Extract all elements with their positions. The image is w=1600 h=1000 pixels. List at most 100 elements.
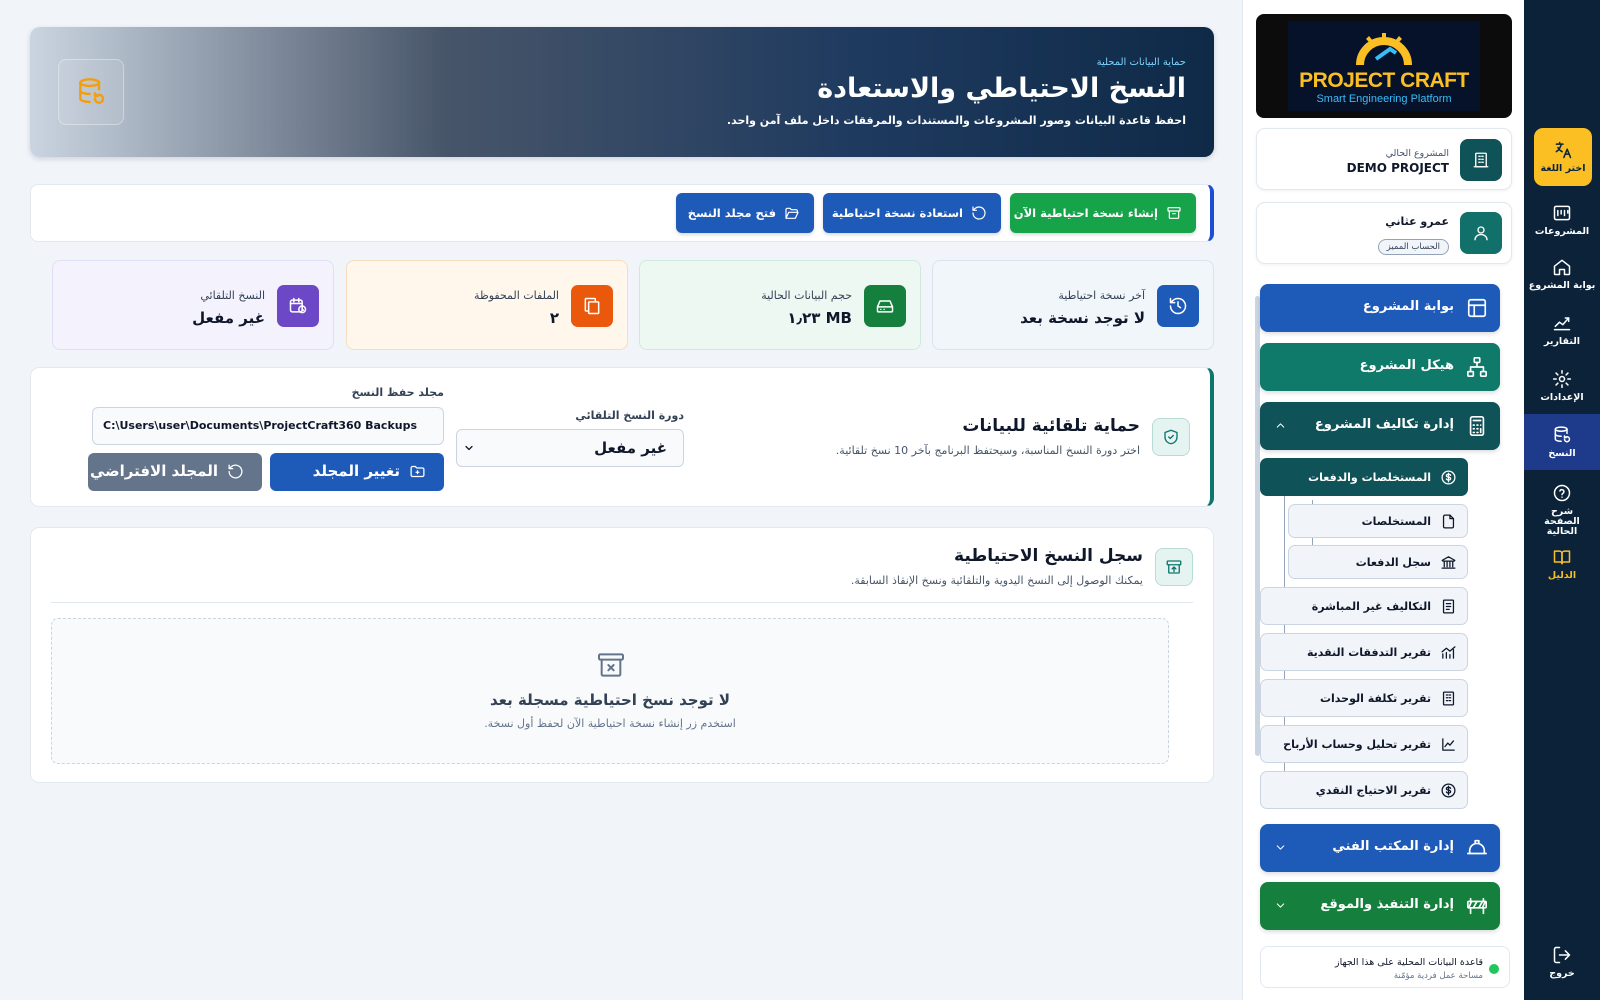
- gear-icon: [1552, 369, 1572, 389]
- empty-state-hint: استخدم زر إنشاء نسخة احتياطية الآن لحفظ …: [484, 717, 736, 730]
- hierarchy-icon: [1466, 356, 1488, 378]
- subnav-unit-cost-report[interactable]: تقرير تكلفة الوحدات: [1260, 679, 1468, 717]
- receipt-icon: [1440, 598, 1457, 615]
- icon-rail: اختر اللغة المشروعات بوابة المشروع التقا…: [1524, 0, 1600, 1000]
- change-folder-button[interactable]: تغيير المجلد: [270, 453, 444, 491]
- hard-drive-icon: [864, 285, 906, 327]
- nav-project-structure[interactable]: هيكل المشروع: [1260, 343, 1500, 391]
- cycle-label: دورة النسخ التلقائي: [575, 409, 684, 422]
- projects-icon: [1552, 203, 1572, 223]
- dollar-icon: [1440, 469, 1457, 486]
- auto-backup-description: اختر دورة النسخ المناسبة، وسيحتفظ البرنا…: [835, 444, 1140, 457]
- calculator-icon: [1466, 415, 1488, 437]
- open-backup-folder-button[interactable]: فتح مجلد النسخ: [676, 193, 814, 233]
- stat-auto-backup: النسخ التلقائي غير مفعل: [52, 260, 334, 350]
- translate-icon: [1553, 140, 1573, 160]
- default-folder-button[interactable]: المجلد الافتراضي: [88, 453, 262, 491]
- folder-label: مجلد حفظ النسخ: [351, 386, 444, 399]
- stat-saved-files: الملفات المحفوظة ٢: [346, 260, 628, 350]
- backup-folder-field[interactable]: C:\Users\user\Documents\ProjectCraft360 …: [92, 407, 444, 445]
- auto-backup-title: حماية تلقائية للبيانات: [962, 416, 1140, 436]
- backup-icon: [1552, 425, 1572, 445]
- archive-upload-icon: [1155, 548, 1193, 586]
- sidebar: PROJECT CRAFT Smart Engineering Platform…: [1242, 0, 1524, 1000]
- shield-check-icon: [1152, 418, 1190, 456]
- nav-cost-management[interactable]: إدارة تكاليف المشروع: [1260, 402, 1500, 450]
- layout-icon: [1466, 297, 1488, 319]
- line-chart-icon: [1440, 736, 1457, 753]
- bank-icon: [1440, 554, 1457, 571]
- page-subtitle: احفظ قاعدة البيانات وصور المشروعات والمس…: [726, 114, 1186, 127]
- subnav-cash-need-report[interactable]: تقرير الاحتياج النقدي: [1260, 771, 1468, 809]
- stat-last-backup: آخر نسخة احتياطية لا توجد نسخة بعد: [932, 260, 1214, 350]
- rail-logout[interactable]: خروج: [1524, 934, 1600, 990]
- backup-cycle-select[interactable]: غير مفعل: [456, 429, 684, 467]
- rail-backup[interactable]: النسخ: [1524, 414, 1600, 470]
- history-icon: [1157, 285, 1199, 327]
- status-dot: [1489, 964, 1499, 974]
- nav-technical-office[interactable]: إدارة المكتب الفني: [1260, 824, 1500, 872]
- building-icon: [1440, 690, 1457, 707]
- files-icon: [571, 285, 613, 327]
- folder-icon: [410, 465, 425, 478]
- nav-project-portal[interactable]: بوابة المشروع: [1260, 284, 1500, 332]
- logout-icon: [1552, 945, 1572, 965]
- document-icon: [1440, 513, 1457, 530]
- folder-open-icon: [785, 207, 799, 219]
- brand-logo: PROJECT CRAFT Smart Engineering Platform: [1256, 14, 1512, 118]
- history-description: يمكنك الوصول إلى النسخ اليدوية والتلقائي…: [850, 574, 1143, 587]
- subnav-payment-log[interactable]: سجل الدفعات: [1288, 545, 1468, 579]
- help-icon: [1552, 483, 1572, 503]
- history-title: سجل النسخ الاحتياطية: [954, 546, 1143, 566]
- archive-icon: [1167, 207, 1181, 219]
- dollar-icon: [1440, 782, 1457, 799]
- rail-reports[interactable]: التقارير: [1524, 302, 1600, 358]
- subnav-cashflow-report[interactable]: تقرير التدفقات النقدية: [1260, 633, 1468, 671]
- reset-icon: [228, 464, 243, 479]
- rail-guide[interactable]: الدليل: [1524, 536, 1600, 592]
- rail-project-portal[interactable]: بوابة المشروع: [1524, 246, 1600, 302]
- page-header: حماية البيانات المحلية النسخ الاحتياطي و…: [30, 27, 1214, 157]
- chevron-down-icon: [463, 442, 475, 454]
- reports-icon: [1552, 313, 1572, 333]
- chevron-down-icon: [1274, 841, 1287, 854]
- user-card[interactable]: عمرو عثاني الحساب المميز: [1256, 202, 1512, 264]
- auto-backup-panel: حماية تلقائية للبيانات اختر دورة النسخ ا…: [30, 367, 1214, 507]
- page-title: النسخ الاحتياطي والاستعادة: [817, 73, 1186, 104]
- restore-icon: [972, 206, 986, 220]
- stat-data-size: حجم البيانات الحالية MB ١٫٢٣: [639, 260, 921, 350]
- user-icon: [1460, 212, 1502, 254]
- nav-execution-site[interactable]: إدارة التنفيذ والموقع: [1260, 882, 1500, 930]
- page-kicker: حماية البيانات المحلية: [1096, 57, 1186, 68]
- subnav-payments[interactable]: المستخلصات والدفعات: [1260, 458, 1468, 496]
- gear-logo-icon: [1356, 33, 1412, 66]
- subnav-extracts[interactable]: المستخلصات: [1288, 504, 1468, 538]
- home-icon: [1552, 257, 1572, 277]
- rail-language-button[interactable]: اختر اللغة: [1534, 128, 1592, 186]
- empty-state: لا توجد نسخ احتياطية مسجلة بعد استخدم زر…: [51, 618, 1169, 764]
- rail-projects[interactable]: المشروعات: [1524, 192, 1600, 248]
- chevron-down-icon: [1274, 899, 1287, 912]
- barrier-icon: [1466, 895, 1488, 917]
- chevron-up-icon: [1274, 419, 1287, 432]
- status-badge: الحساب المميز: [1377, 239, 1449, 255]
- database-backup-icon: [58, 59, 124, 125]
- rail-settings[interactable]: الإعدادات: [1524, 358, 1600, 414]
- subnav-indirect-costs[interactable]: التكاليف غير المباشرة: [1260, 587, 1468, 625]
- empty-state-title: لا توجد نسخ احتياطية مسجلة بعد: [489, 691, 731, 709]
- db-status: قاعدة البيانات المحلية على هذا الجهاز مس…: [1260, 946, 1510, 988]
- hardhat-icon: [1466, 837, 1488, 859]
- current-project-card[interactable]: المشروع الحالي DEMO PROJECT: [1256, 128, 1512, 190]
- restore-backup-button[interactable]: استعادة نسخة احتياطية: [823, 193, 1001, 233]
- book-icon: [1552, 547, 1572, 567]
- rail-page-help[interactable]: شرح الصفحة الحالية: [1524, 478, 1600, 542]
- trend-bars-icon: [1440, 644, 1457, 661]
- calendar-clock-icon: [277, 285, 319, 327]
- create-backup-button[interactable]: إنشاء نسخة احتياطية الآن: [1010, 193, 1196, 233]
- divider: [51, 602, 1193, 603]
- action-toolbar: إنشاء نسخة احتياطية الآن استعادة نسخة اح…: [30, 184, 1214, 242]
- archive-x-icon: [595, 649, 627, 681]
- subnav-profit-report[interactable]: تقرير تحليل وحساب الأرباح: [1260, 725, 1468, 763]
- building-icon: [1460, 139, 1502, 181]
- backup-history-panel: سجل النسخ الاحتياطية يمكنك الوصول إلى ال…: [30, 527, 1214, 783]
